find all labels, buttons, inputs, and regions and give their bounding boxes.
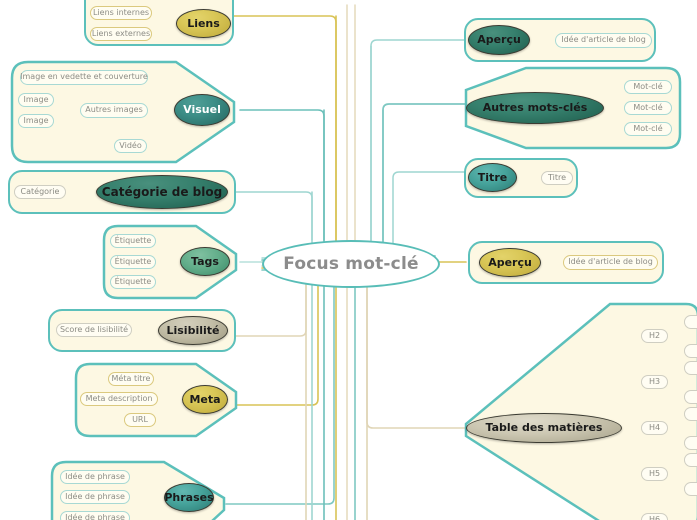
leaf-image-2[interactable]: Image	[18, 114, 54, 128]
topic-label: Liens	[187, 16, 220, 30]
leaf-video[interactable]: Vidéo	[114, 139, 147, 153]
leaf-label: Vidéo	[119, 140, 142, 150]
topic-titre[interactable]: Titre	[468, 163, 517, 192]
topic-label: Titre	[477, 170, 508, 184]
leaf-liens-externes[interactable]: Liens externes	[90, 27, 152, 41]
leaf-score-lisibilite[interactable]: Score de lisibilité	[56, 323, 132, 337]
leaf-meta-titre[interactable]: Méta titre	[108, 372, 154, 386]
leaf-label: H5	[648, 468, 661, 478]
leaf-label: Autres images	[85, 105, 143, 115]
topic-label: Visuel	[183, 103, 221, 117]
topic-phrases[interactable]: Phrases	[164, 483, 214, 512]
mindmap-canvas: Liens internes Liens externes Liens Imag…	[0, 0, 697, 520]
leaf-label: Étiquette	[114, 256, 152, 266]
leaf-titre[interactable]: Titre	[541, 171, 573, 185]
topic-label: Aperçu	[477, 33, 521, 47]
leaf-toc-sub[interactable]	[684, 436, 697, 450]
topic-visuel[interactable]: Visuel	[174, 94, 230, 126]
topic-label: Table des matières	[485, 421, 603, 435]
topic-label: Tags	[191, 254, 219, 268]
leaf-mot-cle-2[interactable]: Mot-clé	[624, 101, 672, 115]
leaf-label: H3	[648, 376, 661, 386]
leaf-mot-cle-1[interactable]: Mot-clé	[624, 80, 672, 94]
leaf-label: Idée d'article de blog	[568, 257, 653, 267]
leaf-toc-sub[interactable]	[684, 390, 697, 404]
leaf-liens-internes[interactable]: Liens internes	[90, 6, 152, 20]
root-node-focus-mot-cle[interactable]: Focus mot-clé	[262, 240, 440, 288]
topic-label: Phrases	[164, 490, 214, 504]
leaf-label: Mot-clé	[633, 81, 663, 91]
leaf-label: Meta description	[85, 393, 153, 403]
leaf-toc-sub[interactable]	[684, 482, 697, 496]
leaf-h2[interactable]: H2	[641, 329, 668, 343]
leaf-toc-sub[interactable]	[684, 453, 697, 467]
topic-apercu-bottom[interactable]: Aperçu	[479, 248, 541, 277]
leaf-toc-sub[interactable]	[684, 315, 697, 329]
topic-autres-mots-cles[interactable]: Autres mots-clés	[466, 92, 604, 124]
topic-categorie-de-blog[interactable]: Catégorie de blog	[96, 175, 228, 209]
leaf-label: URL	[132, 414, 148, 424]
leaf-idee-article-top[interactable]: Idée d'article de blog	[555, 33, 652, 48]
leaf-toc-sub[interactable]	[684, 407, 697, 421]
leaf-h5[interactable]: H5	[641, 467, 668, 481]
leaf-h4[interactable]: H4	[641, 421, 668, 435]
leaf-etiquette-2[interactable]: Étiquette	[110, 255, 156, 269]
leaf-idee-phrase-1[interactable]: Idée de phrase	[60, 470, 130, 484]
leaf-h3[interactable]: H3	[641, 375, 668, 389]
leaf-idee-phrase-3[interactable]: Idée de phrase	[60, 511, 130, 520]
leaf-idee-phrase-2[interactable]: Idée de phrase	[60, 490, 130, 504]
leaf-label: Étiquette	[114, 235, 152, 245]
leaf-image-vedette[interactable]: Image en vedette et couverture	[20, 70, 148, 85]
topic-label: Aperçu	[488, 255, 532, 269]
leaf-categorie[interactable]: Catégorie	[14, 185, 66, 199]
leaf-label: Image en vedette et couverture	[20, 72, 148, 82]
leaf-toc-sub[interactable]	[684, 344, 697, 358]
topic-liens[interactable]: Liens	[176, 9, 231, 38]
root-label: Focus mot-clé	[283, 254, 419, 274]
topic-lisibilite[interactable]: Lisibilité	[158, 316, 228, 345]
topic-meta[interactable]: Meta	[182, 385, 228, 414]
leaf-etiquette-1[interactable]: Étiquette	[110, 234, 156, 248]
leaf-label: Étiquette	[114, 276, 152, 286]
leaf-mot-cle-3[interactable]: Mot-clé	[624, 122, 672, 136]
leaf-label: Liens externes	[91, 28, 151, 38]
leaf-label: Score de lisibilité	[59, 324, 129, 334]
leaf-autres-images[interactable]: Autres images	[80, 103, 148, 118]
leaf-url[interactable]: URL	[124, 413, 156, 427]
leaf-label: Image	[23, 94, 49, 104]
leaf-image-1[interactable]: Image	[18, 93, 54, 107]
leaf-label: Idée de phrase	[65, 471, 125, 481]
topic-tags[interactable]: Tags	[180, 247, 230, 276]
leaf-label: Idée de phrase	[65, 491, 125, 501]
topic-table-des-matieres[interactable]: Table des matières	[466, 413, 622, 443]
leaf-label: H2	[648, 330, 661, 340]
topic-label: Catégorie de blog	[101, 184, 223, 199]
topic-label: Lisibilité	[166, 323, 220, 337]
leaf-label: Mot-clé	[633, 102, 663, 112]
leaf-label: H6	[648, 514, 661, 520]
leaf-label: Mot-clé	[633, 123, 663, 133]
leaf-h6[interactable]: H6	[641, 513, 668, 520]
leaf-label: Titre	[547, 172, 567, 182]
leaf-label: Méta titre	[111, 373, 151, 383]
topic-apercu-top[interactable]: Aperçu	[468, 25, 530, 55]
topic-label: Meta	[189, 392, 221, 406]
leaf-label: Liens internes	[92, 7, 150, 17]
leaf-idee-article-bottom[interactable]: Idée d'article de blog	[563, 255, 658, 270]
leaf-label: Catégorie	[20, 186, 60, 196]
topic-label: Autres mots-clés	[482, 101, 588, 115]
leaf-label: Idée d'article de blog	[561, 35, 646, 45]
leaf-toc-sub[interactable]	[684, 361, 697, 375]
leaf-etiquette-3[interactable]: Étiquette	[110, 275, 156, 289]
leaf-meta-description[interactable]: Meta description	[80, 392, 158, 406]
leaf-label: Image	[23, 115, 49, 125]
leaf-label: H4	[648, 422, 661, 432]
leaf-label: Idée de phrase	[65, 512, 125, 520]
